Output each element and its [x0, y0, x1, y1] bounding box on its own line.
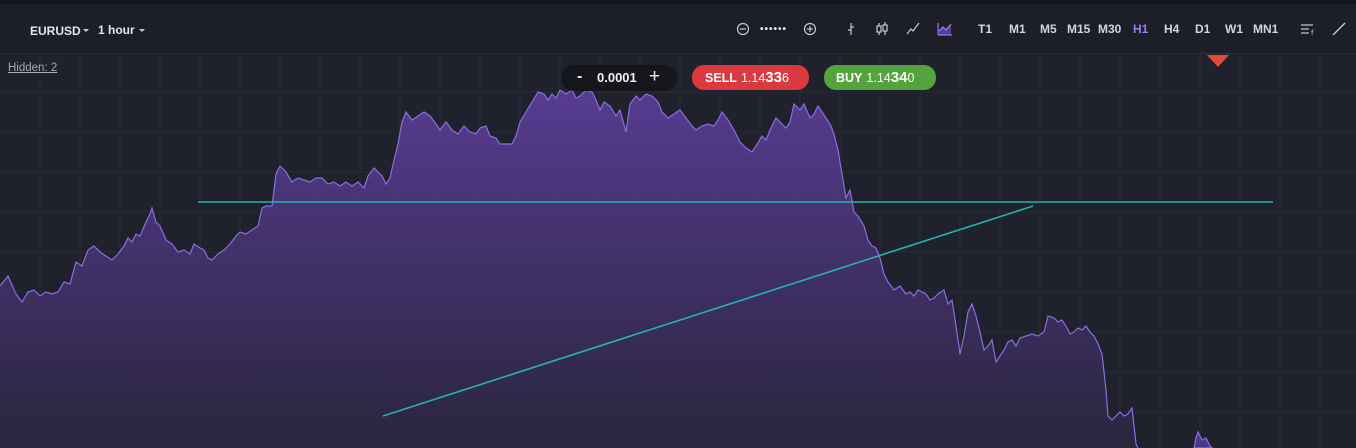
buy-price-big: 34: [890, 69, 908, 86]
sell-button[interactable]: SELL 1.14336: [692, 65, 809, 90]
buy-price-small: 0: [907, 71, 915, 85]
step-value: 0.0001: [597, 70, 637, 85]
step-decrease-button[interactable]: -: [577, 68, 582, 86]
timeframe-h1[interactable]: H1: [1133, 22, 1148, 36]
timeframe-m30[interactable]: M30: [1098, 22, 1121, 36]
buy-price-main: 1.14: [866, 71, 891, 85]
timeframe-m15[interactable]: M15: [1067, 22, 1090, 36]
timeframe-d1[interactable]: D1: [1195, 22, 1210, 36]
interval-selector[interactable]: 1 hour: [98, 22, 135, 38]
area-chart-icon[interactable]: [934, 18, 956, 40]
chart-toolbar: EURUSD 1 hour •••••• T1 M1 M5 M15 M30 H1…: [0, 4, 1356, 54]
zoom-in-icon[interactable]: [799, 18, 821, 40]
indicators-icon[interactable]: f: [1297, 18, 1319, 40]
timeframe-t1[interactable]: T1: [978, 22, 992, 36]
timeframe-m5[interactable]: M5: [1040, 22, 1057, 36]
timeframe-m1[interactable]: M1: [1009, 22, 1026, 36]
line-chart-icon[interactable]: [902, 18, 924, 40]
sell-price-main: 1.14: [740, 71, 766, 85]
buy-button[interactable]: BUY 1.14340: [824, 65, 936, 90]
symbol-chevron-down-icon[interactable]: [83, 29, 89, 32]
price-chart[interactable]: [0, 54, 1356, 448]
hidden-objects-link[interactable]: Hidden: 2: [8, 61, 57, 75]
svg-text:f: f: [1311, 29, 1314, 37]
sell-price-small: 6: [781, 71, 789, 85]
candlestick-icon[interactable]: [871, 18, 893, 40]
price-line-fragment: [1193, 430, 1213, 448]
zoom-out-icon[interactable]: [732, 18, 754, 40]
zoom-level-dots[interactable]: ••••••: [760, 22, 787, 38]
symbol-selector[interactable]: EURUSD: [30, 23, 81, 39]
timeframe-h4[interactable]: H4: [1164, 22, 1179, 36]
drawing-tool-icon[interactable]: [1328, 18, 1350, 40]
volume-step-control: - 0.0001 +: [561, 65, 677, 91]
step-increase-button[interactable]: +: [649, 66, 660, 88]
trading-chart-app: EURUSD 1 hour •••••• T1 M1 M5 M15 M30 H1…: [0, 0, 1356, 448]
tick-chart-icon[interactable]: [840, 18, 862, 40]
sell-label: SELL: [705, 71, 737, 85]
price-area-fill: [0, 90, 1138, 448]
timeframe-w1[interactable]: W1: [1225, 22, 1243, 36]
buy-label: BUY: [836, 71, 863, 85]
current-time-marker-icon: [1207, 55, 1229, 67]
timeframe-mn1[interactable]: MN1: [1253, 22, 1278, 36]
interval-chevron-down-icon[interactable]: [139, 29, 145, 32]
sell-price-big: 33: [765, 69, 782, 86]
